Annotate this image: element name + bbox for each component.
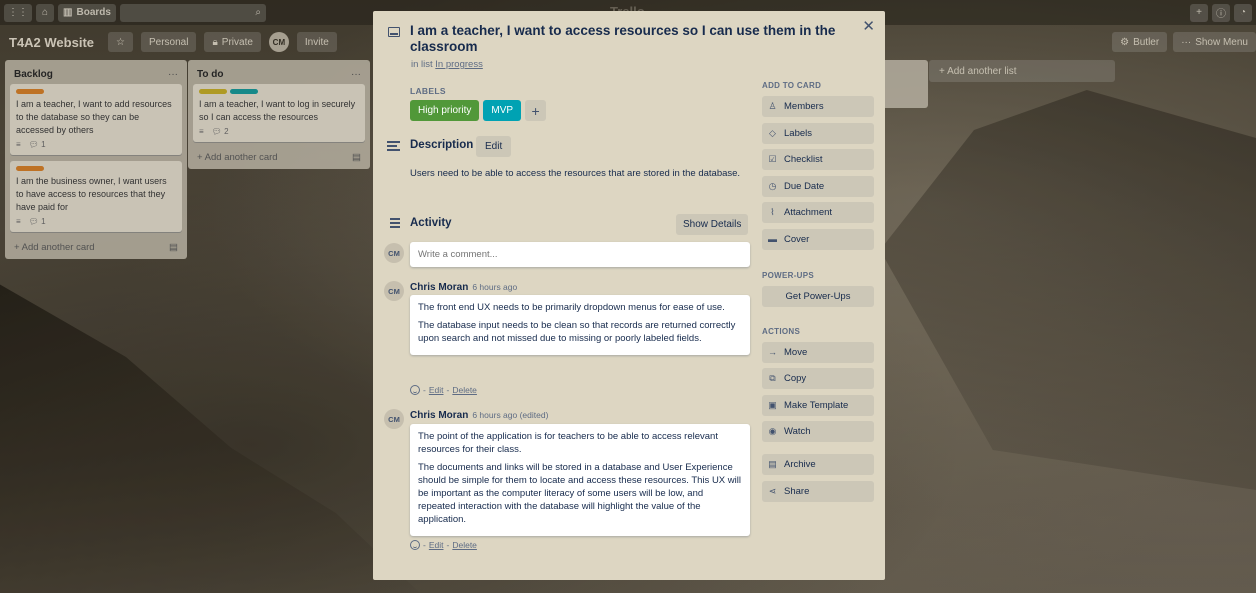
add-reaction-icon[interactable] <box>410 540 420 550</box>
eye-icon: ◉ <box>768 426 777 436</box>
copy-button[interactable]: ⧉ Copy <box>762 368 874 389</box>
labels-row: High priority MVP + <box>410 100 547 121</box>
clock-icon: ◷ <box>768 180 777 191</box>
labels-button[interactable]: ◇ Labels <box>762 122 874 144</box>
in-list-text: in list In progress <box>411 59 483 70</box>
avatar[interactable]: CM <box>384 409 404 429</box>
tag-icon: ◇ <box>769 127 776 138</box>
get-power-ups-button[interactable]: Get Power-Ups <box>762 285 874 307</box>
archive-button[interactable]: ▤ Archive <box>762 454 874 475</box>
cover-icon: ▬ <box>768 234 777 244</box>
add-to-card-heading: ADD TO CARD <box>762 81 822 90</box>
comment-body: The point of the application is for teac… <box>410 424 750 536</box>
comment-author: Chris Moran 6 hours ago (edited) <box>410 410 549 421</box>
comment-paragraph: The point of the application is for teac… <box>418 431 718 455</box>
activity-heading: Activity <box>410 217 452 229</box>
move-button[interactable]: → Move <box>762 341 874 363</box>
template-icon: ▣ <box>768 399 777 410</box>
arrow-right-icon: → <box>768 347 777 357</box>
list-name-link[interactable]: In progress <box>435 59 483 70</box>
checklist-icon: ☑ <box>768 154 777 164</box>
comment-paragraph: The front end UX needs to be primarily d… <box>418 302 725 313</box>
actions-heading: ACTIONS <box>762 326 801 336</box>
card-sidebar: ADD TO CARD ♙ Members ◇ Labels ☑ Checklist … <box>762 81 874 507</box>
person-icon: ♙ <box>768 101 777 111</box>
edit-comment-link[interactable]: Edit <box>429 385 444 395</box>
comment-actions: - Edit - Delete <box>410 385 477 395</box>
comment-body: The front end UX needs to be primarily d… <box>410 295 750 355</box>
add-label-button[interactable]: + <box>525 100 547 121</box>
comment-actions: - Edit - Delete <box>410 540 477 550</box>
delete-comment-link[interactable]: Delete <box>452 385 477 395</box>
avatar[interactable]: CM <box>384 281 404 301</box>
description-heading: Description <box>410 139 474 151</box>
label-mvp[interactable]: MVP <box>483 100 522 121</box>
due-date-button[interactable]: ◷ Due Date <box>762 175 874 197</box>
description-icon <box>387 141 400 152</box>
in-list-prefix: in list <box>411 59 433 70</box>
card-detail-modal: ✕ I am a teacher, I want to access resou… <box>373 11 885 580</box>
share-icon: ⋖ <box>768 485 777 496</box>
labels-heading: LABELS <box>410 86 446 96</box>
activity-icon <box>387 218 400 229</box>
comment-paragraph: The documents and links will be stored i… <box>418 462 741 525</box>
cover-button[interactable]: ▬ Cover <box>762 228 874 250</box>
paperclip-icon: ⌇ <box>770 207 775 217</box>
description-text[interactable]: Users need to be able to access the reso… <box>410 167 750 180</box>
members-button[interactable]: ♙ Members <box>762 96 874 117</box>
watch-button[interactable]: ◉ Watch <box>762 421 874 442</box>
share-button[interactable]: ⋖ Share <box>762 480 874 502</box>
checklist-button[interactable]: ☑ Checklist <box>762 149 874 170</box>
comment-time[interactable]: 6 hours ago (edited) <box>472 410 548 420</box>
power-ups-heading: POWER-UPS <box>762 270 815 280</box>
card-icon <box>388 27 400 37</box>
edit-comment-link[interactable]: Edit <box>429 540 444 550</box>
add-reaction-icon[interactable] <box>410 385 420 395</box>
avatar[interactable]: CM <box>384 243 404 263</box>
close-icon[interactable]: ✕ <box>862 17 875 35</box>
delete-comment-link[interactable]: Delete <box>452 540 477 550</box>
comment-author: Chris Moran 6 hours ago <box>410 282 518 293</box>
copy-icon: ⧉ <box>769 373 776 383</box>
make-template-button[interactable]: ▣ Make Template <box>762 394 874 416</box>
label-high-priority[interactable]: High priority <box>410 100 480 121</box>
edit-description-button[interactable]: Edit <box>476 136 512 157</box>
comment-time[interactable]: 6 hours ago <box>472 282 517 292</box>
comment-input[interactable] <box>410 242 750 267</box>
attachment-button[interactable]: ⌇ Attachment <box>762 202 874 223</box>
archive-icon: ▤ <box>768 459 777 469</box>
show-details-button[interactable]: Show Details <box>676 214 749 235</box>
comment-paragraph: The database input needs to be clean so … <box>418 320 736 344</box>
card-title[interactable]: I am a teacher, I want to access resourc… <box>410 23 850 55</box>
